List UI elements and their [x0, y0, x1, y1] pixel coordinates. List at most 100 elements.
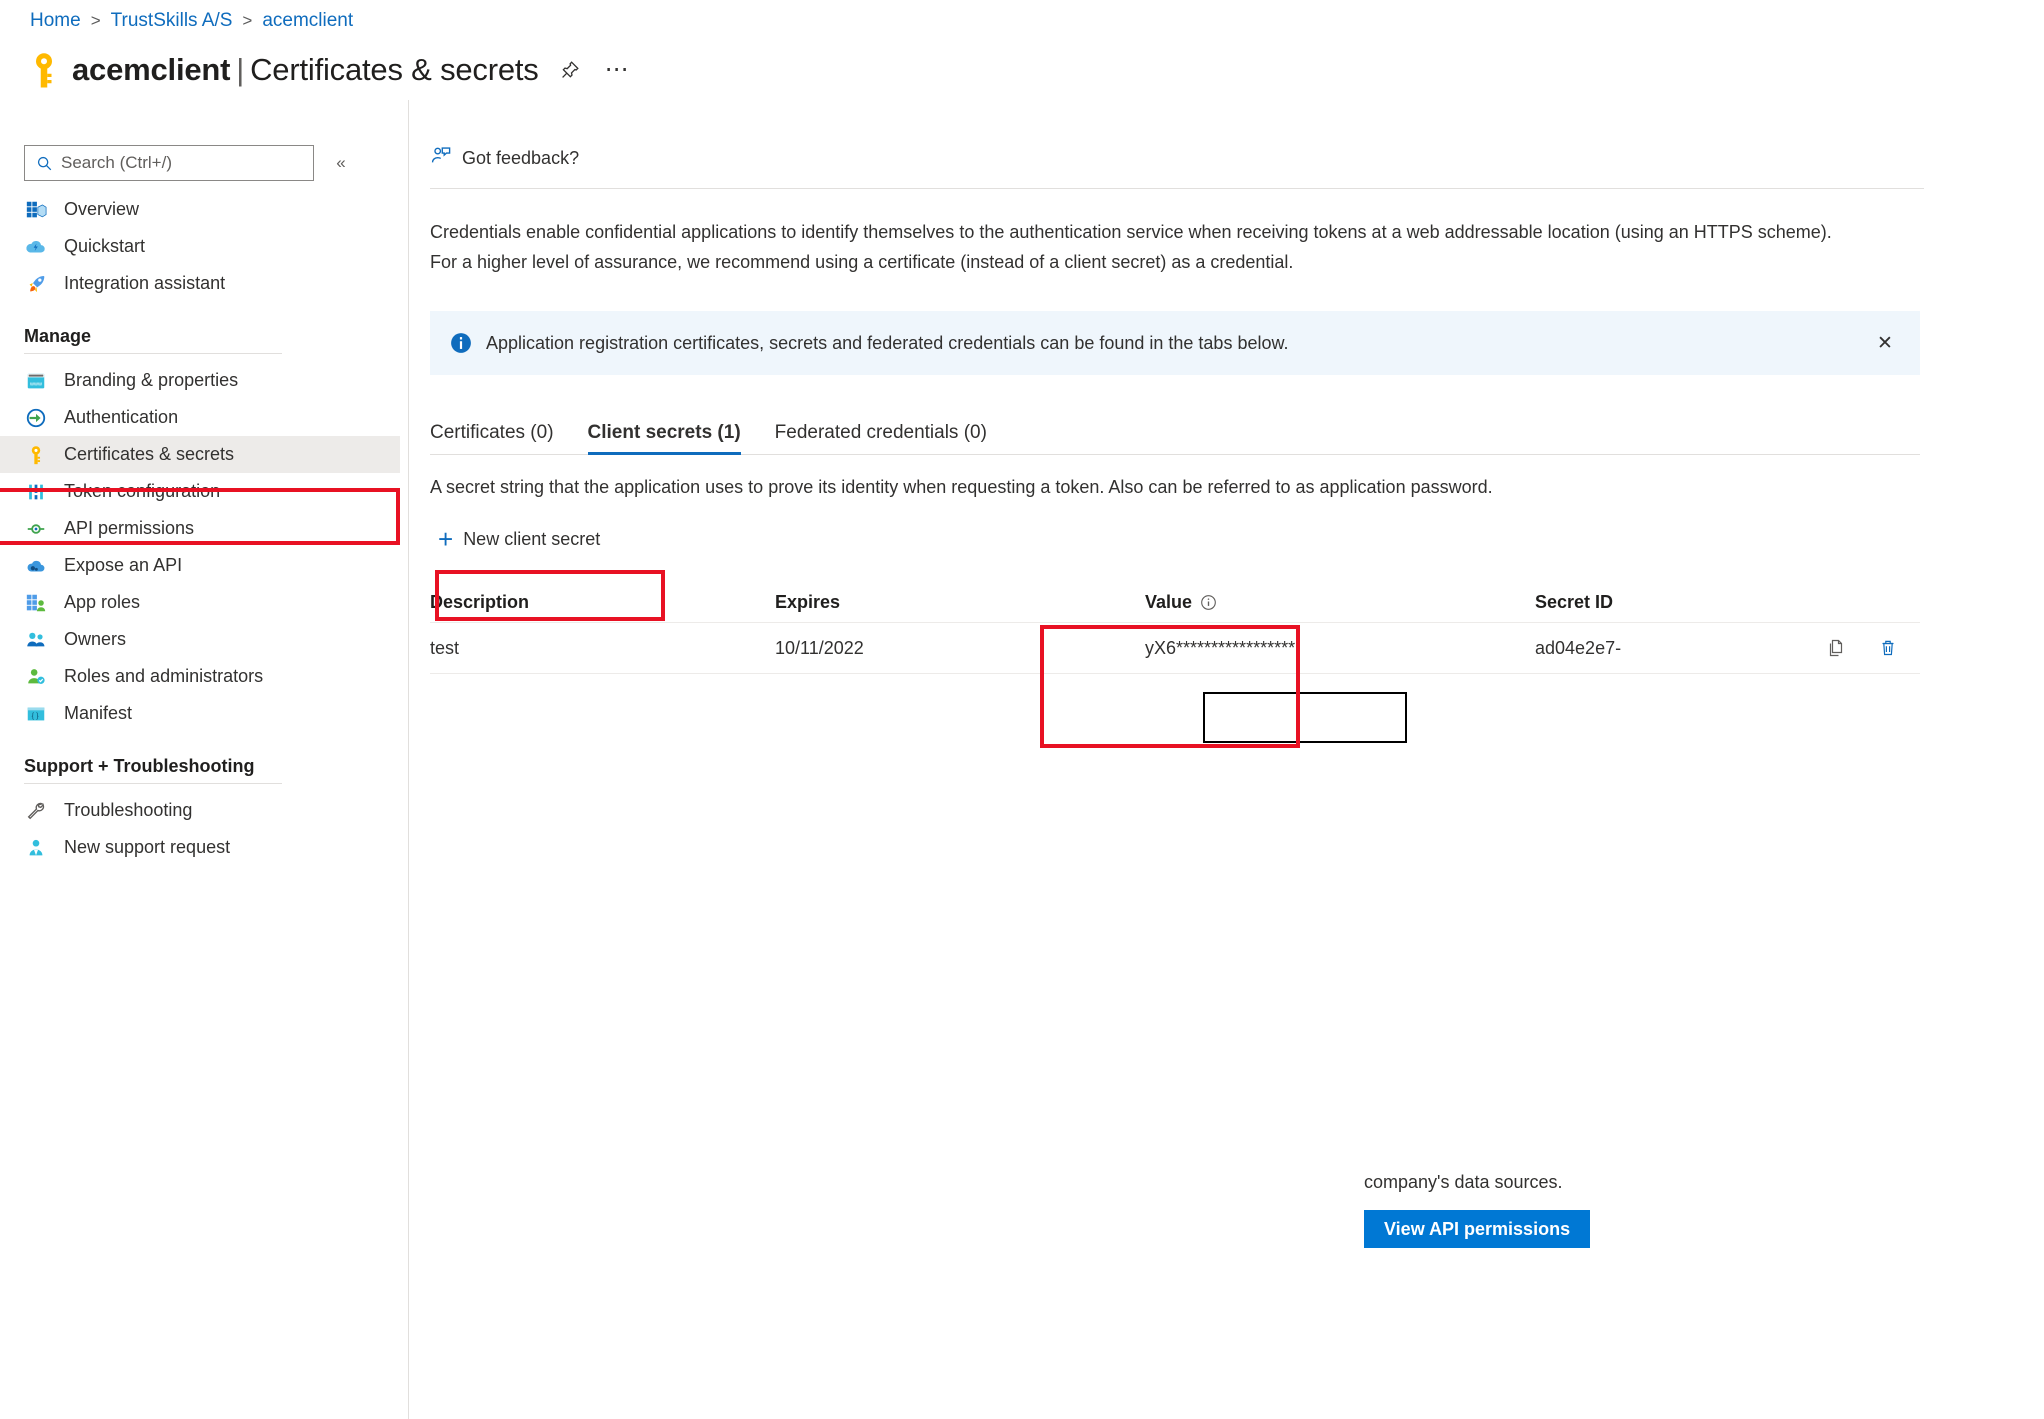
sidebar-item-troubleshooting[interactable]: Troubleshooting [0, 792, 400, 829]
sidebar-item-label: New support request [64, 837, 231, 857]
sidebar-item-label: Overview [64, 199, 140, 219]
secrets-tablist: Certificates (0) Client secrets (1) Fede… [430, 411, 2044, 455]
client-secrets-table: Description Expires Value Secret ID test… [430, 582, 1920, 674]
main-content: Got feedback? Credentials enable confide… [430, 140, 2044, 1419]
sidebar-item-label: Token configuration [64, 481, 221, 501]
overview-icon [24, 198, 48, 222]
tab-client-secrets[interactable]: Client secrets (1) [587, 422, 741, 455]
sidebar-group-title: Support + Troubleshooting [24, 756, 255, 776]
table-row[interactable]: test 10/11/2022 yX6***************** ad0… [430, 622, 1920, 674]
sidebar-item-app-roles[interactable]: App roles [0, 584, 400, 621]
branding-icon: www [24, 369, 48, 393]
info-circle-icon[interactable] [1200, 594, 1217, 611]
sidebar-manage-nav: www Branding & properties Authentication [0, 362, 400, 732]
more-options-icon[interactable]: ⋯ [601, 53, 635, 87]
sidebar-item-label: Owners [64, 629, 127, 649]
api-permissions-card: company's data sources. View API permiss… [1364, 1168, 1794, 1248]
secret-id-redaction-box [1203, 692, 1407, 743]
authentication-icon [24, 406, 48, 430]
column-header-secret-id: Secret ID [1535, 591, 1614, 612]
page-title-app: acemclient [72, 52, 231, 87]
tab-description: A secret string that the application use… [430, 477, 1493, 497]
pin-icon[interactable] [553, 53, 587, 87]
quickstart-cloud-icon [24, 235, 48, 259]
breadcrumb-item-home[interactable]: Home [30, 10, 81, 32]
close-icon[interactable]: ✕ [1868, 326, 1902, 360]
page-title: acemclient | Certificates & secrets [72, 52, 539, 88]
breadcrumb-separator: > [242, 11, 253, 30]
info-banner: Application registration certificates, s… [430, 311, 1920, 375]
got-feedback-button[interactable]: Got feedback? [430, 140, 605, 176]
sidebar-item-roles-and-administrators[interactable]: Roles and administrators [0, 658, 400, 695]
sidebar-item-overview[interactable]: Overview [0, 191, 400, 228]
sidebar-group-title: Manage [24, 326, 92, 346]
info-banner-text: Application registration certificates, s… [486, 332, 1289, 353]
page-title-separator: | [236, 52, 245, 87]
column-header-description: Description [430, 591, 530, 612]
feedback-icon [430, 145, 452, 172]
cell-value: yX6***************** [1145, 637, 1296, 658]
sidebar-item-api-permissions[interactable]: API permissions [0, 510, 400, 547]
sidebar-top-nav: Overview Quickstart Integration assistan… [0, 191, 400, 302]
sidebar-item-manifest[interactable]: { } Manifest [0, 695, 400, 732]
page-header: acemclient | Certificates & secrets ⋯ [24, 48, 635, 92]
page-title-blade: Certificates & secrets [250, 52, 539, 87]
key-icon [24, 50, 64, 90]
new-client-secret-label: New client secret [463, 528, 601, 549]
support-person-icon [24, 836, 48, 860]
sidebar-item-integration-assistant[interactable]: Integration assistant [0, 265, 400, 302]
sidebar-item-branding-properties[interactable]: www Branding & properties [0, 362, 400, 399]
plus-icon: + [438, 524, 454, 554]
sidebar-item-label: Integration assistant [64, 273, 226, 293]
cell-secret-id: ad04e2e7- [1535, 637, 1622, 658]
sidebar-group-manage: Manage [0, 326, 400, 354]
collapse-sidebar-icon[interactable]: « [324, 146, 358, 180]
column-header-value: Value [1145, 592, 1535, 613]
new-client-secret-button[interactable]: + New client secret [430, 522, 608, 556]
sidebar-group-divider [24, 353, 282, 354]
sidebar-item-label: Branding & properties [64, 370, 239, 390]
sidebar-item-owners[interactable]: Owners [0, 621, 400, 658]
sidebar-item-label: Expose an API [64, 555, 183, 575]
search-input[interactable] [59, 152, 305, 174]
search-box[interactable] [24, 145, 314, 181]
sidebar-item-token-configuration[interactable]: Token configuration [0, 473, 400, 510]
owners-icon [24, 628, 48, 652]
breadcrumb: Home > TrustSkills A/S > acemclient [30, 10, 353, 32]
search-icon [33, 152, 55, 174]
api-permissions-icon [24, 517, 48, 541]
tab-certificates[interactable]: Certificates (0) [430, 422, 554, 455]
info-icon [450, 332, 472, 354]
sidebar-search-row: « [0, 145, 400, 181]
cell-expires: 10/11/2022 [775, 637, 864, 658]
sidebar-item-label: Authentication [64, 407, 179, 427]
copy-icon[interactable] [1821, 633, 1851, 663]
column-header-expires: Expires [775, 591, 841, 612]
api-permissions-card-text: company's data sources. [1364, 1172, 1563, 1192]
sidebar-group-support: Support + Troubleshooting [0, 756, 400, 784]
roles-admin-icon [24, 665, 48, 689]
cell-description: test [430, 637, 460, 658]
sidebar-item-authentication[interactable]: Authentication [0, 399, 400, 436]
sidebar-item-label: Roles and administrators [64, 666, 264, 686]
sidebar-item-expose-an-api[interactable]: Expose an API [0, 547, 400, 584]
sidebar-item-label: API permissions [64, 518, 195, 538]
command-bar-divider [430, 188, 1924, 189]
got-feedback-label: Got feedback? [462, 147, 580, 168]
row-actions [1795, 633, 1920, 663]
blade-description: Credentials enable confidential applicat… [430, 222, 1832, 272]
trash-icon[interactable] [1873, 633, 1903, 663]
breadcrumb-separator: > [90, 11, 101, 30]
tab-federated-credentials[interactable]: Federated credentials (0) [775, 422, 987, 455]
view-api-permissions-button[interactable]: View API permissions [1364, 1210, 1591, 1248]
breadcrumb-item-app[interactable]: acemclient [262, 10, 353, 32]
rocket-icon [24, 272, 48, 296]
sidebar-group-divider [24, 783, 282, 784]
sidebar-item-quickstart[interactable]: Quickstart [0, 228, 400, 265]
sidebar-item-new-support-request[interactable]: New support request [0, 829, 400, 866]
sidebar-item-certificates-secrets[interactable]: Certificates & secrets [0, 436, 400, 473]
svg-text:www: www [29, 381, 42, 387]
breadcrumb-item-tenant[interactable]: TrustSkills A/S [111, 10, 233, 32]
sidebar-item-label: Quickstart [64, 236, 146, 256]
secrets-toolbar: + New client secret [430, 522, 2044, 556]
